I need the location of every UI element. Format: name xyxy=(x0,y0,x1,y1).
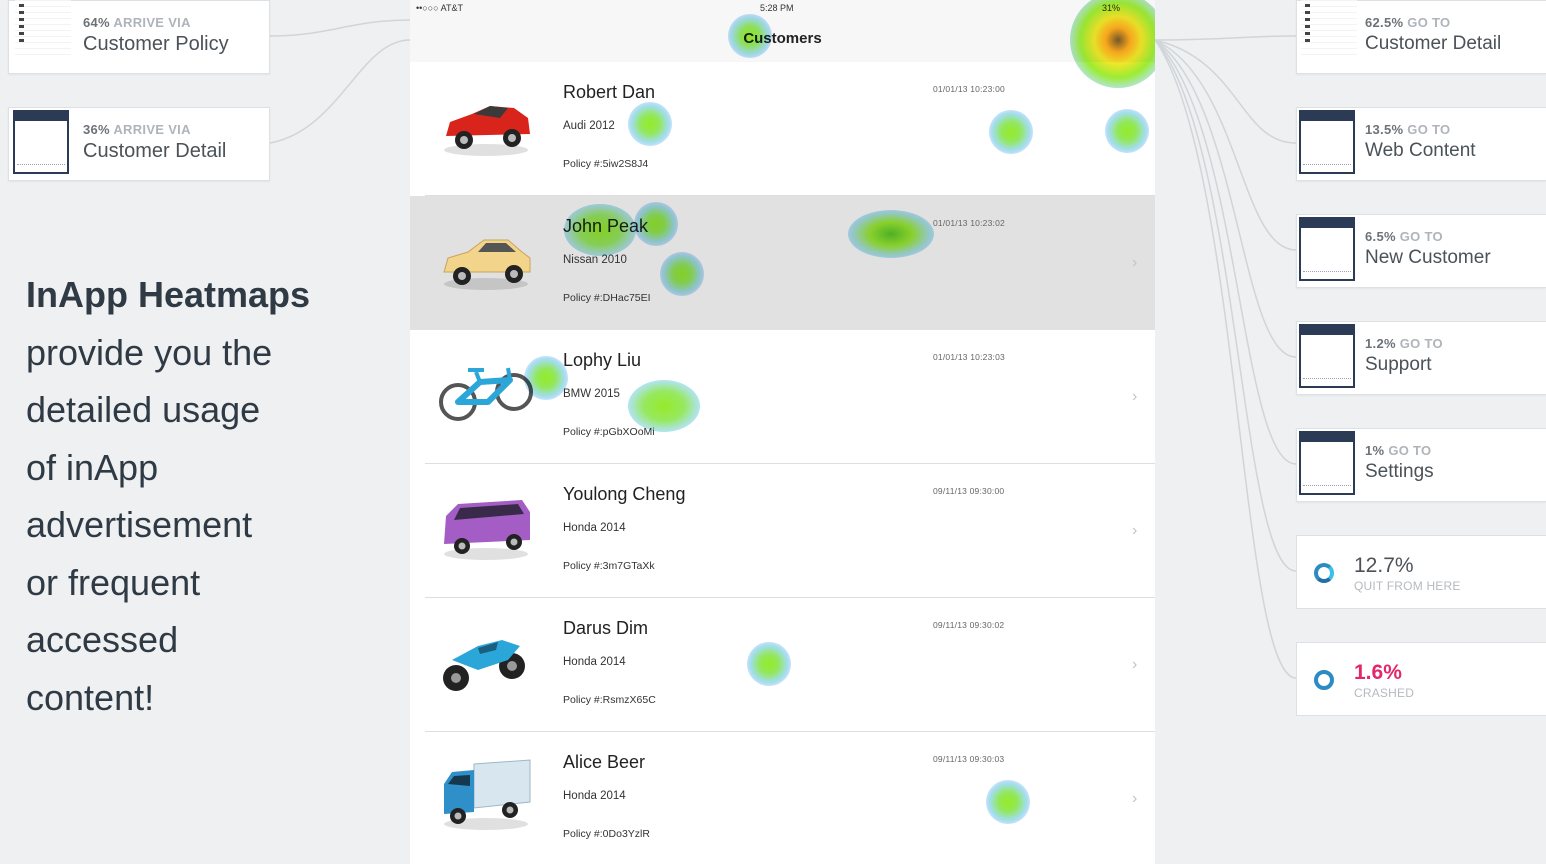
destination-percent: 1% xyxy=(1365,443,1385,458)
arrival-percent: 64% xyxy=(83,15,110,30)
customer-policy: Policy #:RsmzX65C xyxy=(563,694,656,706)
customer-name: Alice Beer xyxy=(563,752,646,772)
screen-thumbnail xyxy=(1299,324,1355,388)
customer-name: Darus Dim xyxy=(563,618,649,638)
nav-title: Customers xyxy=(743,30,822,47)
app-screen: ••○○○ AT&T 5:28 PM 31% Customers Robert … xyxy=(410,0,1155,864)
destination-screen-name: Settings xyxy=(1365,461,1434,482)
destination-card-web-content[interactable]: 13.5% GO TO Web Content xyxy=(1296,107,1546,181)
promo-line: or frequent xyxy=(26,561,201,603)
destination-card-customer-detail[interactable]: 62.5% GO TO Customer Detail xyxy=(1296,0,1546,74)
customer-date: 01/01/13 10:23:03 xyxy=(933,352,1005,362)
customer-date: 09/11/13 09:30:02 xyxy=(933,620,1005,630)
destination-percent: 13.5% xyxy=(1365,122,1404,137)
arrival-screen-name: Customer Policy xyxy=(83,33,229,55)
promo-line: detailed usage xyxy=(26,389,261,430)
customer-date: 09/11/13 09:30:03 xyxy=(933,754,1005,764)
destination-label: GO TO xyxy=(1407,122,1451,137)
screen-thumbnail xyxy=(15,0,71,59)
customer-date: 09/11/13 09:30:00 xyxy=(933,486,1005,496)
yellow-coupe-icon xyxy=(443,239,531,290)
chevron-right-icon: › xyxy=(1132,254,1138,271)
customer-car: Honda 2014 xyxy=(563,522,626,534)
screen-thumbnail xyxy=(13,110,69,174)
promo-line: provide you the xyxy=(26,331,273,373)
screen-thumbnail xyxy=(1299,431,1355,495)
truck-icon xyxy=(444,759,531,830)
destination-label: GO TO xyxy=(1407,15,1451,30)
customer-car: Audi 2012 xyxy=(563,120,615,132)
customer-policy: Policy #:3m7GTaXk xyxy=(563,560,655,572)
donut-chart-icon xyxy=(1314,563,1334,583)
customer-name: Robert Dan xyxy=(563,82,656,102)
customer-name: Youlong Cheng xyxy=(563,484,686,504)
destination-label: GO TO xyxy=(1399,229,1443,244)
status-bar: ••○○○ AT&T 5:28 PM 31% Customers xyxy=(410,0,1155,63)
chevron-right-icon: › xyxy=(1132,388,1138,405)
chevron-right-icon: › xyxy=(1132,790,1138,807)
customer-row[interactable]: John Peak Nissan 2010 Policy #:DHac75EI … xyxy=(410,196,1155,330)
customer-date: 01/01/13 10:23:02 xyxy=(933,218,1005,228)
destination-screen-name: Web Content xyxy=(1365,140,1476,161)
destination-card-support[interactable]: 1.2% GO TO Support xyxy=(1296,321,1546,395)
customer-name: John Peak xyxy=(563,216,649,236)
carrier-label: ••○○○ AT&T xyxy=(416,3,463,13)
customer-row[interactable]: Alice Beer Honda 2014 Policy #:0Do3YzlR … xyxy=(410,732,1155,864)
customer-policy: Policy #:pGbXOoMi xyxy=(563,426,655,438)
promo-line: advertisement xyxy=(26,504,253,545)
quit-percent: 12.7% xyxy=(1354,554,1414,577)
crash-percent: 1.6% xyxy=(1354,661,1402,684)
customer-name: Lophy Liu xyxy=(563,350,642,370)
destination-screen-name: Customer Detail xyxy=(1365,33,1502,54)
promo-line: of inApp xyxy=(26,446,159,488)
screen-thumbnail xyxy=(1301,0,1357,59)
chevron-right-icon: › xyxy=(1132,522,1138,539)
customer-car: Honda 2014 xyxy=(563,790,626,802)
purple-van-icon xyxy=(444,500,530,560)
arrival-label: ARRIVE VIA xyxy=(113,122,191,137)
arrival-card-customer-detail[interactable]: 36% ARRIVE VIA Customer Detail xyxy=(8,107,270,181)
promo-heading: InApp Heatmaps xyxy=(26,274,311,315)
destination-label: GO TO xyxy=(1388,443,1432,458)
motorcycle-icon xyxy=(443,640,525,691)
screen-thumbnail xyxy=(1299,217,1355,281)
screen-thumbnail xyxy=(1299,110,1355,174)
customer-policy: Policy #:DHac75EI xyxy=(563,292,651,304)
customer-date: 01/01/13 10:23:00 xyxy=(933,84,1005,94)
arrival-percent: 36% xyxy=(83,122,110,137)
arrival-screen-name: Customer Detail xyxy=(83,140,227,162)
customer-car: Nissan 2010 xyxy=(563,254,627,266)
customer-row[interactable]: Darus Dim Honda 2014 Policy #:RsmzX65C 0… xyxy=(410,598,1155,732)
customer-car: Honda 2014 xyxy=(563,656,626,668)
destination-card-settings[interactable]: 1% GO TO Settings xyxy=(1296,428,1546,502)
clock: 5:28 PM xyxy=(760,3,794,13)
donut-chart-icon xyxy=(1314,670,1334,690)
destination-card-new-customer[interactable]: 6.5% GO TO New Customer xyxy=(1296,214,1546,288)
customer-car: BMW 2015 xyxy=(563,388,620,400)
crash-stat-card[interactable]: 1.6% CRASHED xyxy=(1296,642,1546,716)
promo-line: content! xyxy=(26,676,155,718)
destination-percent: 62.5% xyxy=(1365,15,1404,30)
chevron-right-icon: › xyxy=(1132,656,1138,673)
red-sports-car-icon xyxy=(444,106,530,156)
bicycle-icon xyxy=(439,367,533,421)
promo-line: accessed xyxy=(26,619,179,660)
crash-label: CRASHED xyxy=(1354,686,1415,700)
customer-row[interactable]: Youlong Cheng Honda 2014 Policy #:3m7GTa… xyxy=(410,464,1155,598)
arrival-card-customer-policy[interactable]: 64% ARRIVE VIA Customer Policy xyxy=(8,0,270,74)
customer-policy: Policy #:0Do3YzlR xyxy=(563,828,650,840)
destination-screen-name: New Customer xyxy=(1365,247,1491,268)
customer-row[interactable]: Lophy Liu BMW 2015 Policy #:pGbXOoMi 01/… xyxy=(410,330,1155,464)
destination-percent: 6.5% xyxy=(1365,229,1396,244)
arrival-label: ARRIVE VIA xyxy=(113,15,191,30)
customer-policy: Policy #:5iw2S8J4 xyxy=(563,158,649,170)
customer-row[interactable]: Robert Dan Audi 2012 Policy #:5iw2S8J4 0… xyxy=(410,62,1155,196)
promo-text: InApp Heatmaps provide you the detailed … xyxy=(26,266,386,726)
destination-screen-name: Support xyxy=(1365,354,1432,375)
destination-percent: 1.2% xyxy=(1365,336,1396,351)
quit-stat-card[interactable]: 12.7% QUIT FROM HERE xyxy=(1296,535,1546,609)
destination-label: GO TO xyxy=(1399,336,1443,351)
battery-level: 31% xyxy=(1102,3,1121,13)
quit-label: QUIT FROM HERE xyxy=(1354,579,1461,593)
